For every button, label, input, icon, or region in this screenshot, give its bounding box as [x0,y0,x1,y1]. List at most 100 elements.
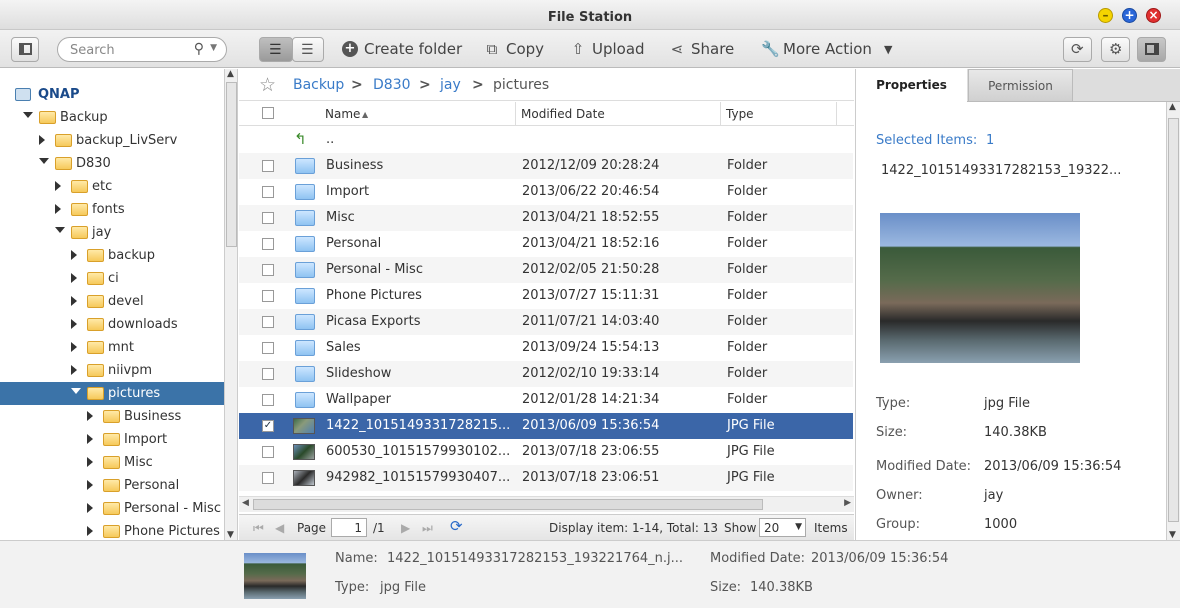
share-button[interactable]: ⋖ Share [669,40,735,58]
toggle-tree-button[interactable] [11,37,39,62]
more-action-button[interactable]: 🔧 More Action ▼ [761,40,892,58]
tree-item[interactable]: backup [0,244,224,267]
tree-item[interactable]: ci [0,267,224,290]
tree-item[interactable]: backup_LivServ [0,129,224,152]
table-row[interactable]: Picasa Exports 2011/07/21 14:03:40 Folder [239,309,853,335]
first-page-icon[interactable]: ⏮ [253,521,264,536]
create-folder-button[interactable]: + Create folder [342,40,462,58]
row-checkbox[interactable] [262,238,274,250]
upload-button[interactable]: ⇧ Upload [570,40,645,58]
last-page-icon[interactable]: ⏭ [422,521,433,536]
tree-item[interactable]: jay [0,221,224,244]
row-checkbox[interactable] [262,186,274,198]
expanded-arrow-icon[interactable] [23,112,33,118]
scroll-down-icon[interactable]: ▼ [1169,530,1176,540]
collapsed-arrow-icon[interactable] [87,434,93,444]
row-checkbox[interactable] [262,264,274,276]
row-checkbox[interactable]: ✓ [262,420,274,432]
tree-item[interactable]: Import [0,428,224,451]
collapsed-arrow-icon[interactable] [87,526,93,536]
detail-view-button[interactable]: ☰ [292,37,324,62]
tree-item[interactable]: Phone Pictures [0,520,224,540]
row-checkbox[interactable] [262,394,274,406]
search-input[interactable]: Search ⚲ ▼ [57,37,227,62]
collapsed-arrow-icon[interactable] [87,411,93,421]
table-row[interactable]: ✓ 1422_1015149331728215... 2013/06/09 15:3… [239,413,853,439]
collapsed-arrow-icon[interactable] [87,480,93,490]
collapsed-arrow-icon[interactable] [55,204,61,214]
copy-button[interactable]: ⧉ Copy [484,40,544,58]
breadcrumb-item-jay[interactable]: jay [440,77,461,93]
table-row[interactable]: Personal 2013/04/21 18:52:16 Folder [239,231,853,257]
page-input[interactable]: 1 [331,518,367,537]
favorite-star-icon[interactable]: ☆ [259,74,276,96]
maximize-icon[interactable]: + [1122,8,1137,23]
row-checkbox[interactable] [262,446,274,458]
tree-item[interactable]: downloads [0,313,224,336]
column-header-name[interactable]: Name [325,107,360,121]
properties-scrollbar[interactable]: ▲ ▼ [1166,102,1180,540]
table-row[interactable]: Slideshow 2012/02/10 19:33:14 Folder [239,361,853,387]
refresh-list-icon[interactable]: ⟳ [450,517,463,535]
collapsed-arrow-icon[interactable] [71,250,77,260]
row-checkbox[interactable] [262,472,274,484]
table-row[interactable]: Misc 2013/04/21 18:52:55 Folder [239,205,853,231]
tree-item[interactable]: niivpm [0,359,224,382]
row-checkbox[interactable] [262,160,274,172]
next-page-icon[interactable]: ▶ [401,521,410,535]
tree-scrollbar[interactable]: ▲ ▼ [224,69,237,540]
expanded-arrow-icon[interactable] [71,388,81,394]
breadcrumb-item-backup[interactable]: Backup [293,77,344,93]
table-row[interactable]: 600530_10151579930102... 2013/07/18 23:06… [239,439,853,465]
collapsed-arrow-icon[interactable] [39,135,45,145]
collapsed-arrow-icon[interactable] [55,181,61,191]
collapsed-arrow-icon[interactable] [71,319,77,329]
row-checkbox[interactable] [262,290,274,302]
breadcrumb-item-d830[interactable]: D830 [373,77,411,93]
expanded-arrow-icon[interactable] [55,227,65,233]
scroll-down-icon[interactable]: ▼ [227,530,234,540]
table-row[interactable]: 942982_10151579930407... 2013/07/18 23:06… [239,465,853,491]
tree-item[interactable]: Personal [0,474,224,497]
toggle-properties-button[interactable] [1137,37,1166,62]
row-checkbox[interactable] [262,316,274,328]
tree-item[interactable]: devel [0,290,224,313]
row-checkbox[interactable] [262,368,274,380]
row-checkbox[interactable] [262,342,274,354]
table-row[interactable]: Import 2013/06/22 20:46:54 Folder [239,179,853,205]
tab-permission[interactable]: Permission [968,69,1073,102]
column-header-type[interactable]: Type [726,107,754,121]
expanded-arrow-icon[interactable] [39,158,49,164]
tree-item[interactable]: fonts [0,198,224,221]
scroll-thumb[interactable] [1168,118,1179,522]
tree-item[interactable]: D830 [0,152,224,175]
close-icon[interactable]: × [1146,8,1161,23]
tree-item[interactable]: Misc [0,451,224,474]
tree-root-qnap[interactable]: QNAP [0,83,224,106]
tree-item[interactable]: Personal - Misc [0,497,224,520]
tree-item[interactable]: pictures [0,382,224,405]
list-view-button[interactable]: ☰ [259,37,293,62]
select-all-checkbox[interactable] [262,107,274,119]
parent-folder-row[interactable]: ↰ .. [239,127,853,153]
scroll-right-icon[interactable]: ▶ [844,498,851,508]
table-row[interactable]: Personal - Misc 2012/02/05 21:50:28 Folder [239,257,853,283]
table-row[interactable]: Phone Pictures 2013/07/27 15:11:31 Folder [239,283,853,309]
collapsed-arrow-icon[interactable] [71,342,77,352]
refresh-button[interactable]: ⟳ [1063,37,1092,62]
row-checkbox[interactable] [262,212,274,224]
column-header-modified[interactable]: Modified Date [521,107,605,121]
table-row[interactable]: Business 2012/12/09 20:28:24 Folder [239,153,853,179]
items-per-page-select[interactable]: 20 ▼ [759,518,806,537]
search-icon[interactable]: ⚲ [194,41,204,57]
tab-properties[interactable]: Properties [856,69,967,103]
tree-item[interactable]: Backup [0,106,224,129]
collapsed-arrow-icon[interactable] [87,503,93,513]
chevron-down-icon[interactable]: ▼ [210,43,217,53]
tree-item[interactable]: Business [0,405,224,428]
collapsed-arrow-icon[interactable] [71,365,77,375]
scroll-up-icon[interactable]: ▲ [227,69,234,79]
collapsed-arrow-icon[interactable] [71,273,77,283]
settings-button[interactable]: ⚙ [1101,37,1130,62]
horizontal-scrollbar[interactable]: ◀ ▶ [239,496,854,512]
